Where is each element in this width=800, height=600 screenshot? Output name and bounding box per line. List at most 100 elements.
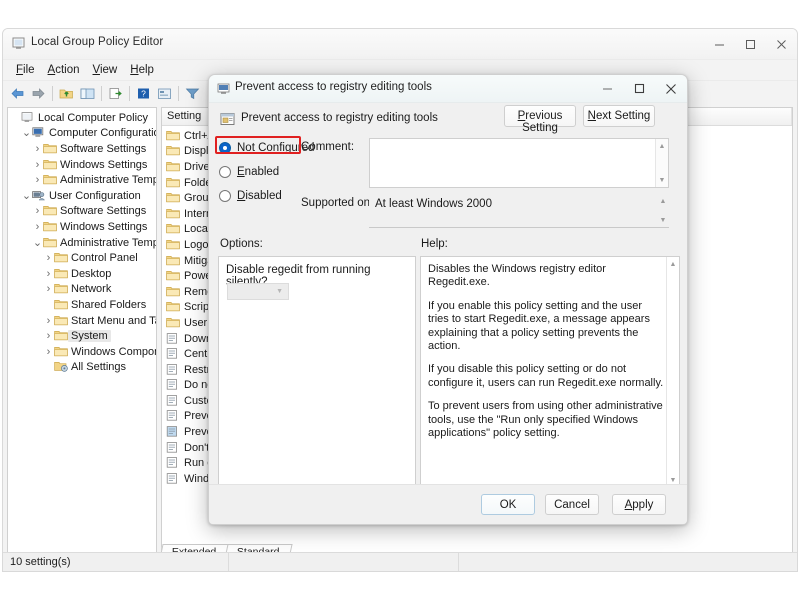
- status-bar: 10 setting(s): [3, 552, 797, 571]
- all-settings-icon: [54, 361, 68, 373]
- tree-item-windows-settings[interactable]: › Windows Settings: [8, 219, 156, 235]
- chevron-down-icon[interactable]: ⌄: [21, 128, 32, 139]
- folder-icon: [166, 301, 180, 313]
- options-label: Options:: [220, 238, 263, 250]
- computer-icon: [32, 127, 46, 139]
- tree-item-software-settings[interactable]: › Software Settings: [8, 141, 156, 157]
- previous-setting-label: revious Setting: [522, 110, 563, 134]
- folder-icon: [166, 255, 180, 267]
- chevron-right-icon[interactable]: ›: [32, 174, 43, 186]
- tree-item-windows-components[interactable]: › Windows Components: [8, 344, 156, 360]
- console-tree-pane[interactable]: Local Computer Policy ⌄ Computer Configura…: [7, 107, 157, 555]
- tree-item-label: Computer Configuration: [49, 127, 157, 140]
- scroll-up-icon[interactable]: ▲: [656, 141, 668, 151]
- chevron-right-icon[interactable]: ›: [32, 221, 43, 233]
- chevron-right-icon[interactable]: ›: [43, 315, 54, 327]
- scroll-down-icon[interactable]: ▼: [656, 175, 668, 185]
- tree-item-label: Desktop: [71, 267, 112, 280]
- tree-item-all-settings[interactable]: All Settings: [8, 360, 156, 376]
- ok-button[interactable]: OK: [481, 494, 535, 515]
- properties-icon[interactable]: [154, 83, 175, 103]
- menu-help[interactable]: Help: [124, 63, 161, 77]
- menu-action[interactable]: Action: [42, 63, 87, 77]
- toolbar-separator: [101, 85, 102, 101]
- chevron-right-icon[interactable]: ›: [43, 268, 54, 280]
- dialog-titlebar: Prevent access to registry editing tools: [209, 75, 687, 103]
- folder-icon: [166, 239, 180, 251]
- tree-item-administrative-templates[interactable]: › Administrative Templates: [8, 172, 156, 188]
- minimize-icon[interactable]: [704, 29, 735, 59]
- main-titlebar: Local Group Policy Editor: [3, 29, 797, 60]
- tree-item-system[interactable]: › System: [8, 328, 156, 344]
- policy-setting-icon: [166, 410, 180, 422]
- chevron-right-icon[interactable]: ›: [32, 159, 43, 171]
- tree-item-label: Administrative Templates: [60, 174, 157, 187]
- supported-on-label: Supported on:: [301, 197, 374, 209]
- supported-on-field: At least Windows 2000 ▲ ▼: [369, 194, 669, 228]
- filter-icon[interactable]: [182, 83, 203, 103]
- options-dropdown[interactable]: ▼: [227, 283, 289, 300]
- chevron-down-icon: ▼: [276, 288, 283, 295]
- back-arrow-icon[interactable]: [7, 83, 28, 103]
- scroll-up-icon[interactable]: ▲: [667, 259, 679, 269]
- dialog-header-title: Prevent access to registry editing tools: [241, 112, 438, 124]
- help-scrollbar[interactable]: ▲ ▼: [666, 257, 679, 487]
- export-list-icon[interactable]: [105, 83, 126, 103]
- menu-view[interactable]: View: [87, 63, 125, 77]
- tree-item-software-settings[interactable]: › Software Settings: [8, 204, 156, 220]
- tree-item-network[interactable]: › Network: [8, 282, 156, 298]
- show-hide-tree-icon[interactable]: [77, 83, 98, 103]
- folder-icon: [54, 268, 68, 280]
- tree-item-computer-configuration[interactable]: ⌄ Computer Configuration: [8, 126, 156, 142]
- chevron-down-icon[interactable]: ⌄: [21, 190, 32, 201]
- folder-icon: [166, 317, 180, 329]
- menu-file[interactable]: File: [10, 63, 42, 77]
- chevron-right-icon[interactable]: ›: [43, 330, 54, 342]
- supported-on-scrollbar[interactable]: ▲ ▼: [657, 194, 669, 227]
- screen: Local Group Policy Editor File Action Vi…: [0, 0, 800, 600]
- chevron-right-icon[interactable]: ›: [32, 205, 43, 217]
- options-panel: Disable regedit from running silently? ▼: [218, 256, 416, 488]
- comment-scrollbar[interactable]: ▲ ▼: [655, 139, 668, 187]
- tree-item-windows-settings[interactable]: › Windows Settings: [8, 157, 156, 173]
- tree-item-label: Windows Settings: [60, 158, 148, 171]
- comment-field[interactable]: ▲ ▼: [369, 138, 669, 188]
- toolbar-separator: [178, 85, 179, 101]
- folder-icon: [166, 286, 180, 298]
- chevron-right-icon[interactable]: ›: [43, 283, 54, 295]
- close-icon[interactable]: [766, 29, 797, 59]
- maximize-icon[interactable]: [735, 29, 766, 59]
- help-icon[interactable]: ?: [133, 83, 154, 103]
- maximize-icon[interactable]: [623, 75, 655, 102]
- close-icon[interactable]: [655, 75, 687, 102]
- cancel-button[interactable]: Cancel: [545, 494, 599, 515]
- tree-item-shared-folders[interactable]: Shared Folders: [8, 297, 156, 313]
- radio-enabled-label: Enabled: [237, 166, 280, 178]
- tree-item-label: Local Computer Policy: [38, 111, 149, 124]
- tree-item-control-panel[interactable]: › Control Panel: [8, 250, 156, 266]
- previous-setting-button[interactable]: Previous Setting: [504, 105, 576, 134]
- chevron-right-icon[interactable]: ›: [32, 143, 43, 155]
- tree-item-administrative-templates[interactable]: ⌄ Administrative Templates: [8, 235, 156, 251]
- chevron-right-icon[interactable]: ›: [43, 252, 54, 264]
- folder-icon: [54, 330, 68, 342]
- policy-icon: [21, 111, 35, 124]
- next-setting-button[interactable]: Next Setting: [583, 105, 655, 127]
- tree-item-start-menu-and-taskbar[interactable]: › Start Menu and Taskbar: [8, 313, 156, 329]
- radio-enabled[interactable]: Enabled: [219, 163, 314, 181]
- chevron-right-icon[interactable]: ›: [43, 346, 54, 358]
- folder-icon: [166, 177, 180, 189]
- scroll-up-icon[interactable]: ▲: [657, 196, 669, 206]
- forward-arrow-icon[interactable]: [28, 83, 49, 103]
- tree-item-label: Start Menu and Taskbar: [71, 314, 156, 327]
- apply-button[interactable]: Apply: [612, 494, 666, 515]
- chevron-down-icon[interactable]: ⌄: [32, 237, 43, 248]
- up-folder-icon[interactable]: [56, 83, 77, 103]
- tree-item-desktop[interactable]: › Desktop: [8, 266, 156, 282]
- tree-item-user-configuration[interactable]: ⌄ User Configuration: [8, 188, 156, 204]
- app-icon: [12, 37, 25, 50]
- minimize-icon[interactable]: [591, 75, 623, 102]
- tree-item-local-computer-policy[interactable]: Local Computer Policy: [8, 110, 156, 126]
- comment-value: [370, 139, 376, 155]
- scroll-down-icon[interactable]: ▼: [657, 215, 669, 225]
